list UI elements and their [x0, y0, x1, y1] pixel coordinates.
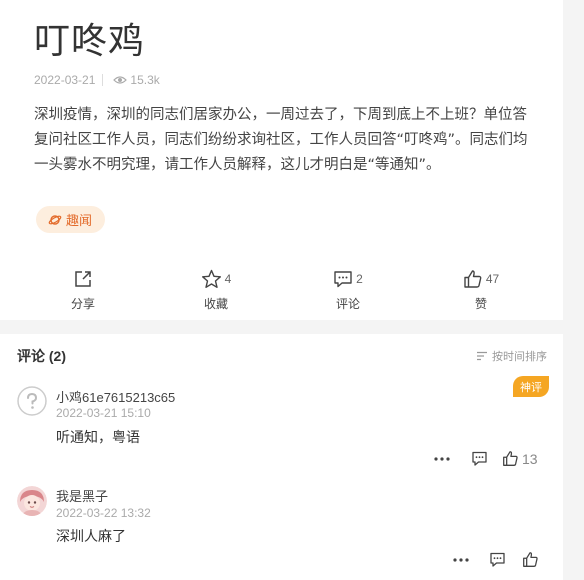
thumbs-up-icon [464, 270, 482, 288]
topic-tag-label: 趣闻 [66, 213, 93, 228]
comment-text: 听通知，粤语 [56, 430, 140, 446]
article-date: 2022-03-21 [34, 73, 96, 87]
view-count: 15.3k [130, 73, 160, 87]
article-card: 叮咚鸡 2022-03-21 15.3k 深圳疫情，深圳的同志们居家办公，一周过… [0, 0, 563, 320]
eye-icon [113, 76, 128, 84]
comment-actions: 13 [433, 450, 538, 467]
comment-time: 2022-03-22 13:32 [56, 506, 151, 520]
comment-text: 深圳人麻了 [56, 529, 126, 545]
planet-icon [48, 214, 62, 225]
reply-icon[interactable] [489, 551, 506, 568]
share-label: 分享 [70, 297, 95, 311]
comment-actions [452, 551, 539, 568]
share-button[interactable]: 分享 [48, 268, 118, 312]
sort-by-time-button[interactable]: 按时间排序 [476, 348, 547, 364]
meta-divider [102, 74, 104, 86]
like-count: 47 [485, 272, 500, 286]
share-icon [75, 271, 91, 287]
avatar[interactable] [17, 386, 47, 416]
comment-like-count: 13 [522, 450, 538, 467]
sort-label: 按时间排序 [492, 351, 547, 363]
like-label: 赞 [474, 297, 487, 311]
more-icon[interactable] [452, 552, 470, 568]
article-body: 深圳疫情，深圳的同志们居家办公，一周过去了，下周到底上不上班？单位答复问社区工作… [34, 107, 528, 173]
comment-label: 评论 [335, 297, 360, 311]
favorite-button[interactable]: 4 收藏 [181, 268, 251, 312]
topic-tag[interactable]: 趣闻 [36, 206, 106, 233]
thumbs-up-icon[interactable] [502, 450, 519, 467]
comment-count: 2 [356, 272, 363, 286]
comments-card: 评论 (2) 按时间排序 神评 小鸡61e7615213c65 2022-03-… [0, 334, 563, 580]
reply-icon[interactable] [471, 450, 488, 467]
comments-header: 评论 (2) [17, 348, 66, 364]
comment-username[interactable]: 我是黑子 [56, 486, 108, 505]
thumbs-up-icon[interactable] [522, 551, 539, 568]
user-avatar-image [17, 486, 47, 516]
top-comment-badge: 神评 [513, 376, 549, 397]
more-icon[interactable] [433, 451, 451, 467]
article-action-bar: 分享 4 收藏 2 评论 47 赞 [0, 268, 563, 312]
comment-username[interactable]: 小鸡61e7615213c65 [56, 387, 175, 406]
favorite-label: 收藏 [203, 297, 228, 311]
avatar[interactable] [17, 486, 47, 516]
default-avatar-icon [17, 386, 47, 416]
article-meta: 2022-03-21 15.3k [34, 73, 160, 87]
comment-icon [334, 271, 352, 288]
sort-icon [477, 351, 487, 361]
star-icon [201, 269, 221, 288]
comment-time: 2022-03-21 15:10 [56, 406, 151, 420]
like-button[interactable]: 47 赞 [446, 268, 516, 312]
comment-button[interactable]: 2 评论 [313, 268, 383, 312]
article-title: 叮咚鸡 [34, 21, 146, 62]
favorite-count: 4 [224, 272, 232, 286]
